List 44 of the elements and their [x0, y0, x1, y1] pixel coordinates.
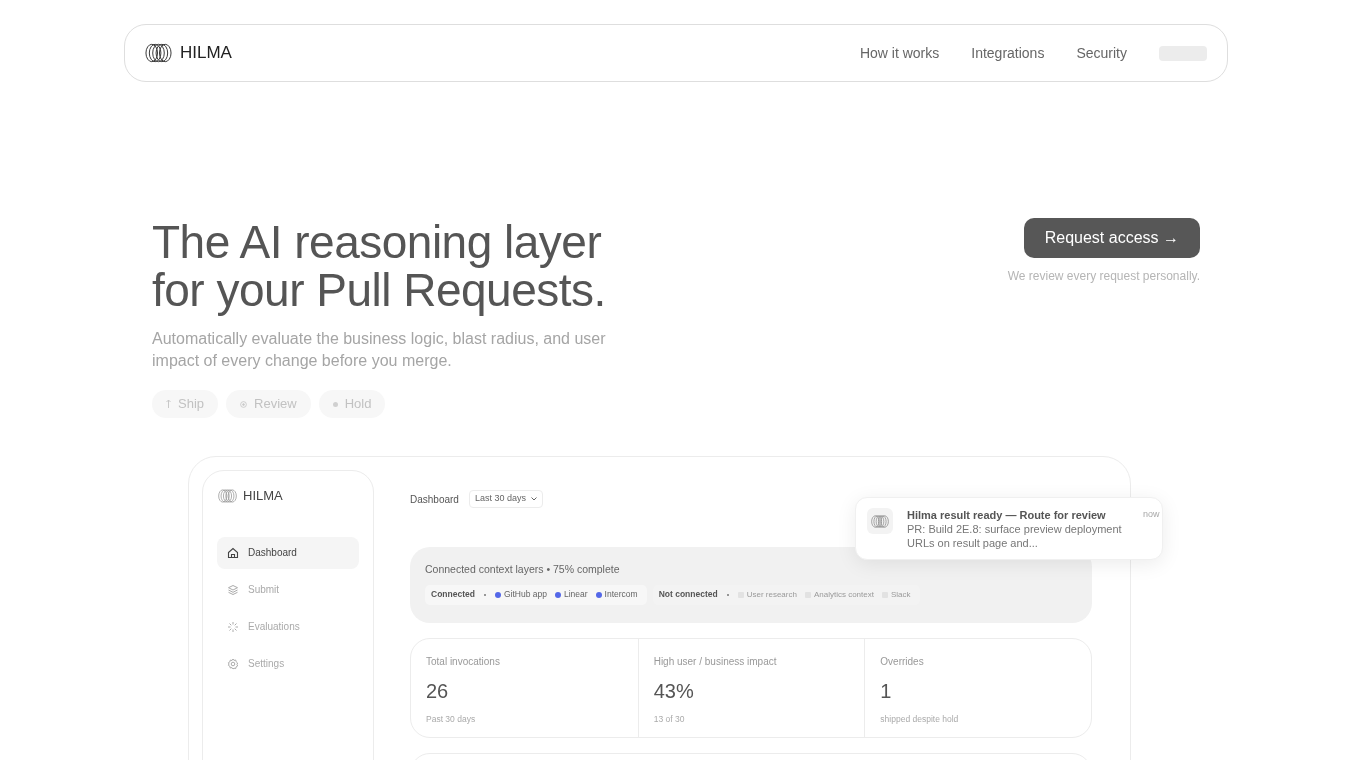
group-label: Not connected	[658, 588, 718, 602]
home-icon	[227, 546, 239, 559]
stat-label: Overrides	[880, 655, 925, 669]
stat-note: Past 30 days	[426, 713, 477, 726]
logo-icon	[871, 514, 889, 528]
logo-icon	[218, 488, 237, 503]
dot-icon	[332, 401, 338, 407]
settings-icon	[227, 657, 239, 670]
integration-label: GitHub app	[503, 588, 547, 602]
hero-subtitle: Automatically evaluate the business logic, blast radius, and user impact of every change before you merge.	[152, 329, 607, 371]
integration-label: Slack	[890, 588, 911, 601]
stat-label: High user / business impact	[653, 655, 778, 669]
brand-name: HILMA	[243, 487, 283, 505]
logo-icon	[145, 43, 172, 63]
stat-note: 13 of 30	[653, 713, 686, 726]
stat-value: 1	[880, 679, 893, 704]
stat-value: 26	[426, 679, 450, 704]
nav-link[interactable]: Security	[1076, 42, 1127, 64]
integration-label: Analytics context	[813, 588, 874, 601]
notification-title: Hilma result ready — Route for review	[907, 508, 1107, 522]
layers-icon	[227, 583, 239, 596]
integration-label: Linear	[563, 588, 588, 602]
nav-link[interactable]: How it works	[859, 42, 940, 64]
sparkle-icon	[227, 620, 239, 633]
stat-label: Total invocations	[426, 655, 501, 669]
chevron-down-icon	[530, 497, 537, 501]
arrow-icon	[166, 400, 171, 408]
brand-name: HILMA	[180, 42, 232, 65]
context-title: Connected context layers • 75% complete	[425, 562, 621, 577]
integration-label: Intercom	[604, 588, 638, 602]
stat-value: 43%	[653, 679, 695, 704]
circle-icon	[240, 400, 248, 408]
cta-note: We review every request personally.	[1007, 268, 1200, 285]
page-title: Dashboard	[410, 492, 459, 507]
date-range-dropdown[interactable]: Last 30 days	[468, 490, 543, 508]
stat-note: shipped despite hold	[880, 713, 960, 726]
nav-link[interactable]: Integrations	[971, 42, 1045, 64]
notification-time: now	[1143, 508, 1160, 521]
sidebar-item[interactable]: Dashboard	[217, 536, 359, 569]
integration-label: User research	[746, 588, 797, 601]
group-label: Connected	[431, 588, 475, 602]
notification-body: PR: Build 2E.8: surface preview deployment URLs on result page and...	[907, 522, 1123, 550]
request-access-button[interactable]: Request access →	[1023, 218, 1200, 258]
hero-title: The AI reasoning layer for your Pull Requests.	[152, 218, 607, 314]
